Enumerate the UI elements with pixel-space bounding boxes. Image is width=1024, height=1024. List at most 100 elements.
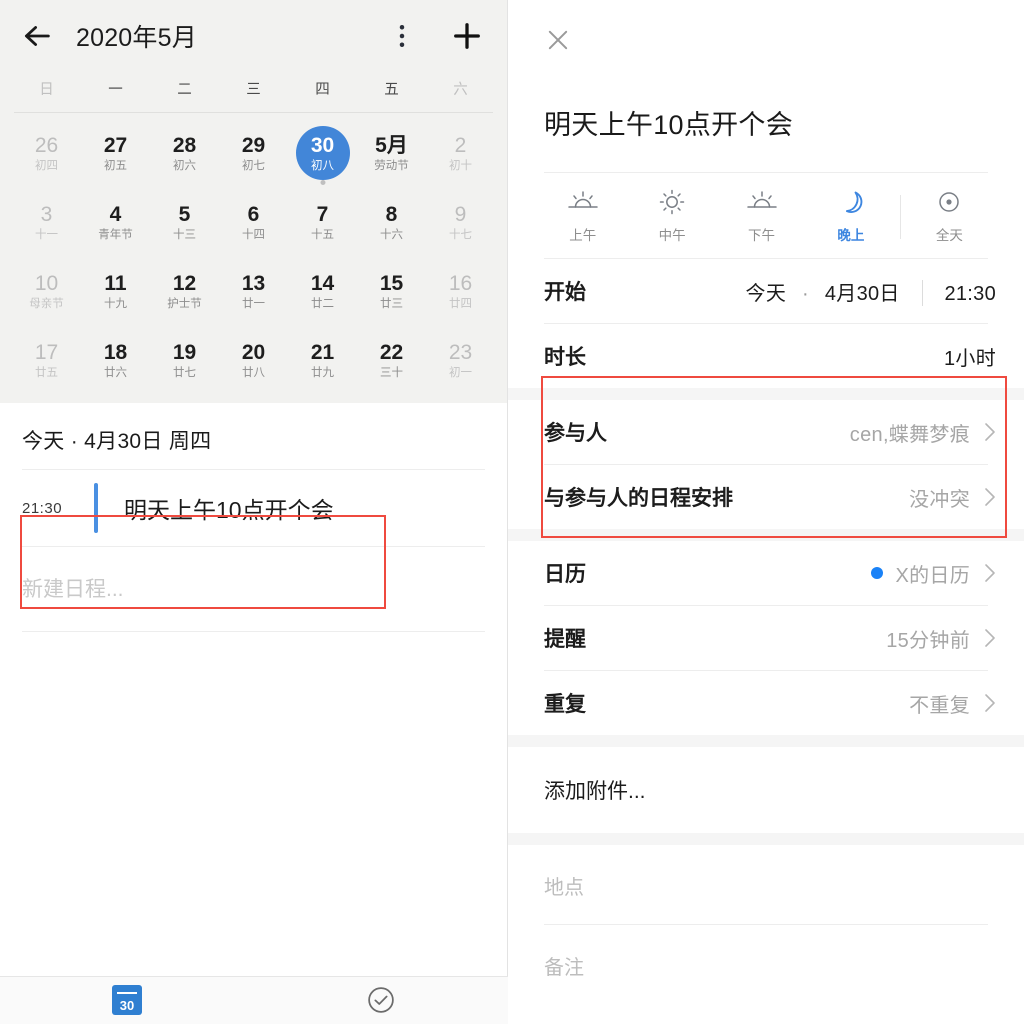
chevron-right-icon (985, 694, 995, 712)
start-row[interactable]: 开始 今天 · 4月30日 21:30 (508, 259, 1024, 323)
detail-header: 明天上午10点开个会 (508, 0, 1024, 142)
calendar-day-cell[interactable]: 30 初八 (288, 119, 357, 188)
calendar-day-number: 5月 (375, 133, 408, 157)
calendar-day-cell[interactable]: 19 廿七 (150, 326, 219, 395)
start-day: 今天 (745, 282, 787, 305)
start-separator: · (802, 282, 809, 305)
duration-value: 1小时 (943, 347, 996, 370)
time-of-day-selector: 上午 中午 下午 晚上 全天 (508, 173, 1024, 258)
calendar-day-number: 26 (34, 133, 59, 157)
calendar-day-number: 18 (103, 340, 128, 364)
duration-row[interactable]: 时长 1小时 (508, 324, 1024, 388)
calendar-day-number: 5 (178, 202, 191, 226)
calendar-day-cell[interactable]: 7 十五 (288, 188, 357, 257)
calendar-day-lunar: 初六 (173, 159, 196, 172)
repeat-row[interactable]: 重复 不重复 (508, 671, 1024, 735)
calendar-day-lunar: 初八 (311, 159, 334, 172)
start-label: 开始 (544, 281, 586, 304)
time-of-day-morning-label: 上午 (569, 228, 597, 243)
calendar-day-number: 19 (172, 340, 197, 364)
notes-input[interactable]: 备注 (508, 925, 1024, 1004)
reminder-row[interactable]: 提醒 15分钟前 (508, 606, 1024, 670)
time-of-day-afternoon[interactable]: 下午 (717, 189, 806, 244)
calendar-day-lunar: 廿四 (449, 297, 472, 310)
calendar-day-cell[interactable]: 18 廿六 (81, 326, 150, 395)
weekday-4: 四 (315, 82, 330, 98)
month-title[interactable]: 2020年5月 (76, 18, 387, 54)
calendar-day-cell[interactable]: 10 母亲节 (12, 257, 81, 326)
calendar-day-cell[interactable]: 3 十一 (12, 188, 81, 257)
new-event-input[interactable]: 新建日程... (0, 547, 507, 631)
calendar-day-lunar: 母亲节 (29, 297, 64, 310)
add-attachment-button[interactable]: 添加附件... (508, 747, 1024, 833)
calendar-day-lunar: 十九 (104, 297, 127, 310)
calendar-day-cell[interactable]: 6 十四 (219, 188, 288, 257)
calendar-day-lunar: 初七 (242, 159, 265, 172)
calendar-day-cell[interactable]: 5 十三 (150, 188, 219, 257)
calendar-day-cell[interactable]: 15 廿三 (357, 257, 426, 326)
close-icon[interactable] (544, 30, 572, 58)
calendar-day-lunar: 初四 (35, 159, 58, 172)
calendar-day-number: 12 (172, 271, 197, 295)
calendar-day-number: 22 (379, 340, 404, 364)
app-screen: 2020年5月 日 一 二 三 四 五 六 26 初四 27 初五 28 初六 … (0, 0, 1024, 1024)
calendar-day-number: 16 (448, 271, 473, 295)
weekday-6: 六 (453, 82, 468, 98)
calendar-day-lunar: 初五 (104, 159, 127, 172)
calendar-day-number: 28 (172, 133, 197, 157)
plus-icon[interactable] (417, 18, 485, 54)
calendar-row[interactable]: 日历 X的日历 (508, 541, 1024, 605)
nav-item-calendar[interactable]: 30 (0, 985, 254, 1015)
calendar-day-cell[interactable]: 20 廿八 (219, 326, 288, 395)
calendar-day-cell[interactable]: 26 初四 (12, 119, 81, 188)
calendar-day-number: 9 (454, 202, 467, 226)
calendar-day-cell[interactable]: 8 十六 (357, 188, 426, 257)
calendar-day-number: 27 (103, 133, 128, 157)
calendar-day-lunar: 十七 (449, 228, 472, 241)
calendar-day-cell[interactable]: 11 十九 (81, 257, 150, 326)
calendar-day-cell[interactable]: 17 廿五 (12, 326, 81, 395)
weekday-1: 一 (108, 82, 123, 98)
calendar-day-number: 3 (40, 202, 53, 226)
calendar-day-cell[interactable]: 22 三十 (357, 326, 426, 395)
calendar-day-lunar: 初一 (449, 366, 472, 379)
calendar-day-cell[interactable]: 16 廿四 (426, 257, 495, 326)
calendar-day-lunar: 廿二 (311, 297, 334, 310)
calendar-day-lunar: 劳动节 (374, 159, 409, 172)
repeat-value: 不重复 (909, 694, 970, 717)
time-of-day-noon[interactable]: 中午 (627, 189, 716, 244)
time-of-day-divider (899, 194, 901, 239)
calendar-day-cell[interactable]: 5月劳动节 (357, 119, 426, 188)
time-of-day-morning[interactable]: 上午 (538, 189, 627, 244)
calendar-day-lunar: 护士节 (167, 297, 202, 310)
agenda-event-row[interactable]: 21:30 明天上午10点开个会 (0, 470, 507, 546)
more-vertical-icon[interactable] (387, 21, 417, 51)
nav-item-tasks[interactable] (254, 985, 508, 1015)
calendar-day-cell[interactable]: 29 初七 (219, 119, 288, 188)
calendar-day-cell[interactable]: 14 廿二 (288, 257, 357, 326)
calendar-day-cell[interactable]: 23 初一 (426, 326, 495, 395)
schedule-conflict-row[interactable]: 与参与人的日程安排 没冲突 (508, 465, 1024, 529)
calendar-day-number: 30 (119, 998, 135, 1013)
calendar-day-lunar: 廿一 (242, 297, 265, 310)
new-event-divider (22, 631, 485, 632)
calendar-day-cell[interactable]: 9 十七 (426, 188, 495, 257)
calendar-day-cell[interactable]: 2 初十 (426, 119, 495, 188)
calendar-day-cell[interactable]: 27 初五 (81, 119, 150, 188)
calendar-header: 2020年5月 (0, 0, 507, 72)
time-of-day-evening[interactable]: 晚上 (806, 189, 895, 244)
event-title-field[interactable]: 明天上午10点开个会 (544, 103, 996, 142)
time-of-day-allday[interactable]: 全天 (905, 189, 994, 244)
weekday-0: 日 (39, 82, 54, 98)
location-input[interactable]: 地点 (508, 845, 1024, 924)
back-icon[interactable] (20, 19, 54, 53)
calendar-day-cell[interactable]: 28 初六 (150, 119, 219, 188)
participants-row[interactable]: 参与人 cen,蝶舞梦痕 (508, 400, 1024, 464)
calendar-day-lunar: 青年节 (98, 228, 133, 241)
calendar-day-cell[interactable]: 21 廿九 (288, 326, 357, 395)
moon-icon (845, 191, 863, 213)
month-grid: 26 初四 27 初五 28 初六 29 初七 30 初八 5月 劳动节 2 初十 3 十一 4 青年节 5 十三 6 十… (0, 119, 507, 395)
calendar-day-cell[interactable]: 12 护士节 (150, 257, 219, 326)
calendar-day-cell[interactable]: 4 青年节 (81, 188, 150, 257)
calendar-day-cell[interactable]: 13 廿一 (219, 257, 288, 326)
